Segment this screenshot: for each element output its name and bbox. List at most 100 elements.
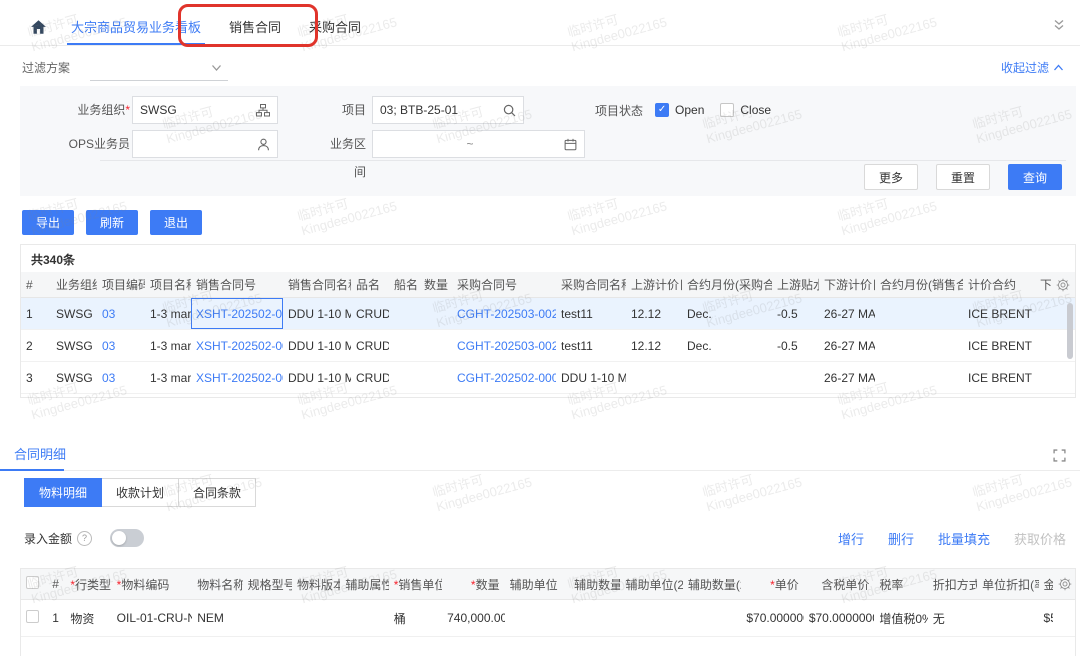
table-row: 3SWSG031-3 marXSHT-202502-0009DDU 1-10 M…	[21, 362, 1075, 394]
exit-button[interactable]: 退出	[150, 210, 202, 235]
export-button[interactable]: 导出	[22, 210, 74, 235]
main-table-cell: -0.5	[772, 330, 819, 362]
main-table-cell[interactable]: 03	[97, 362, 145, 394]
query-button[interactable]: 查询	[1008, 164, 1062, 190]
cell-link[interactable]: XSHT-202502-0009	[196, 339, 283, 353]
cell-link[interactable]: CGHT-202503-0021	[457, 339, 556, 353]
row-checkbox[interactable]	[21, 600, 47, 637]
main-table-header-cell: 下	[1035, 272, 1051, 298]
main-table-cell[interactable]: CGHT-202503-0021	[452, 330, 556, 362]
main-table-cell[interactable]: 03	[97, 298, 145, 330]
ops-label: OPS业务员	[20, 130, 130, 158]
detail-link-2[interactable]: 批量填充	[938, 529, 990, 548]
watermark-line2: Kingdee0022165	[975, 474, 1074, 514]
main-table-cell: SWSG	[51, 298, 97, 330]
status-checkbox-open[interactable]: Open	[655, 103, 704, 117]
row-action-links: 增行删行批量填充获取价格	[838, 529, 1066, 548]
detail-table-cell	[505, 600, 569, 637]
org-field[interactable]	[132, 96, 278, 124]
detail-table-header-cell: *数量	[442, 569, 504, 600]
person-icon[interactable]	[257, 138, 270, 151]
main-table-cell: CRUDE	[351, 330, 389, 362]
subtab-0[interactable]: 物料明细	[24, 478, 102, 507]
detail-table-cell: 桶	[389, 600, 442, 637]
detail-table-header-cell: 金	[1039, 569, 1053, 600]
cell-link[interactable]: 03	[102, 307, 115, 321]
refresh-button[interactable]: 刷新	[86, 210, 138, 235]
main-table-cell: test11	[556, 330, 626, 362]
subtab-2[interactable]: 合同条款	[178, 478, 256, 507]
status-checkbox-close[interactable]: Close	[720, 103, 771, 117]
search-icon[interactable]	[503, 104, 516, 117]
detail-table-header-cell: 物料名称	[192, 569, 242, 600]
project-field[interactable]	[372, 96, 524, 124]
double-chevron-down-icon[interactable]	[1052, 18, 1066, 32]
main-table-header-cell: 采购合同号	[452, 272, 556, 298]
detail-table-cell: 物资	[65, 600, 111, 637]
main-table-cell	[419, 298, 452, 330]
detail-link-0[interactable]: 增行	[838, 529, 864, 548]
calendar-icon[interactable]	[564, 138, 577, 151]
nav-tab-2[interactable]: 采购合同	[309, 8, 361, 45]
detail-table-header-cell: 税率	[874, 569, 927, 600]
cell-link[interactable]: 03	[102, 371, 115, 385]
detail-table-header-cell: 含税单价	[804, 569, 875, 600]
range-field[interactable]: ~	[372, 130, 585, 158]
org-input[interactable]	[140, 103, 252, 117]
expand-icon[interactable]	[1053, 449, 1066, 462]
divider	[100, 160, 1066, 161]
nav-tab-0[interactable]: 大宗商品贸易业务看板	[71, 8, 201, 45]
cell-link[interactable]: CGHT-202503-0020	[457, 307, 556, 321]
range-end-input[interactable]	[478, 137, 561, 151]
range-start-input[interactable]	[380, 137, 463, 151]
detail-link-1[interactable]: 删行	[888, 529, 914, 548]
home-icon[interactable]	[30, 19, 47, 35]
main-table-cell: 26-27 MAR	[819, 362, 875, 394]
main-table-header-cell: 合约月份(销售合同)	[875, 272, 963, 298]
detail-table-cell	[569, 600, 620, 637]
vertical-scrollbar[interactable]	[1067, 303, 1073, 359]
subtab-1[interactable]: 收款计划	[101, 478, 179, 507]
amount-toggle-row: 录入金额 ? 增行删行批量填充获取价格	[24, 526, 1066, 550]
detail-table-header-cell: 辅助单位	[505, 569, 569, 600]
reset-button[interactable]: 重置	[936, 164, 990, 190]
main-table-cell: 1	[21, 298, 51, 330]
project-status-label: 项目状态	[595, 102, 643, 119]
main-table-cell: DDU 1-10 MAR	[283, 330, 351, 362]
main-table-cell[interactable]: 03	[97, 330, 145, 362]
main-table-cell	[772, 362, 819, 394]
main-table-cell: DDU 1-10 MAR	[556, 362, 626, 394]
main-table-cell[interactable]: CGHT-202502-0009	[452, 362, 556, 394]
help-icon[interactable]: ?	[77, 531, 92, 546]
main-table-header-cell: 合约月份(采购合同)	[682, 272, 772, 298]
cell-link[interactable]: XSHT-202502-0009	[196, 307, 283, 321]
filter-panel: 业务组织* 项目 项目状态 OpenClose OPS业务员 业务区间	[20, 86, 1076, 196]
settings-gear-icon[interactable]	[1051, 272, 1075, 298]
main-table-cell[interactable]: XSHT-202502-0009	[191, 298, 283, 330]
filter-scheme-select[interactable]	[90, 55, 228, 81]
main-table-cell	[389, 330, 419, 362]
main-table-cell[interactable]: XSHT-202502-0009	[191, 362, 283, 394]
org-tree-icon[interactable]	[256, 104, 270, 117]
ops-field[interactable]	[132, 130, 278, 158]
settings-gear-icon[interactable]	[1053, 569, 1075, 600]
collapse-filter-link[interactable]: 收起过滤	[1001, 54, 1064, 82]
project-input[interactable]	[380, 103, 499, 117]
select-all-checkbox[interactable]	[21, 569, 47, 600]
main-table-cell: DDU 1-10 MAR	[283, 298, 351, 330]
more-button[interactable]: 更多	[864, 164, 918, 190]
project-label: 项目	[320, 96, 366, 124]
amount-toggle-switch[interactable]	[110, 529, 144, 547]
watermark-line2: Kingdee0022165	[300, 198, 399, 238]
main-table-cell[interactable]: XSHT-202502-0009	[191, 330, 283, 362]
detail-table-cell	[340, 600, 388, 637]
main-table-cell[interactable]: CGHT-202503-0020	[452, 298, 556, 330]
cell-link[interactable]: XSHT-202502-0009	[196, 371, 283, 385]
tab-contract-detail[interactable]: 合同明细	[14, 440, 66, 470]
detail-table-header-cell: *行类型	[65, 569, 111, 600]
cell-link[interactable]: 03	[102, 339, 115, 353]
nav-tab-1[interactable]: 销售合同	[229, 8, 281, 45]
detail-table-cell	[1053, 600, 1075, 637]
cell-link[interactable]: CGHT-202502-0009	[457, 371, 556, 385]
ops-input[interactable]	[140, 137, 253, 151]
